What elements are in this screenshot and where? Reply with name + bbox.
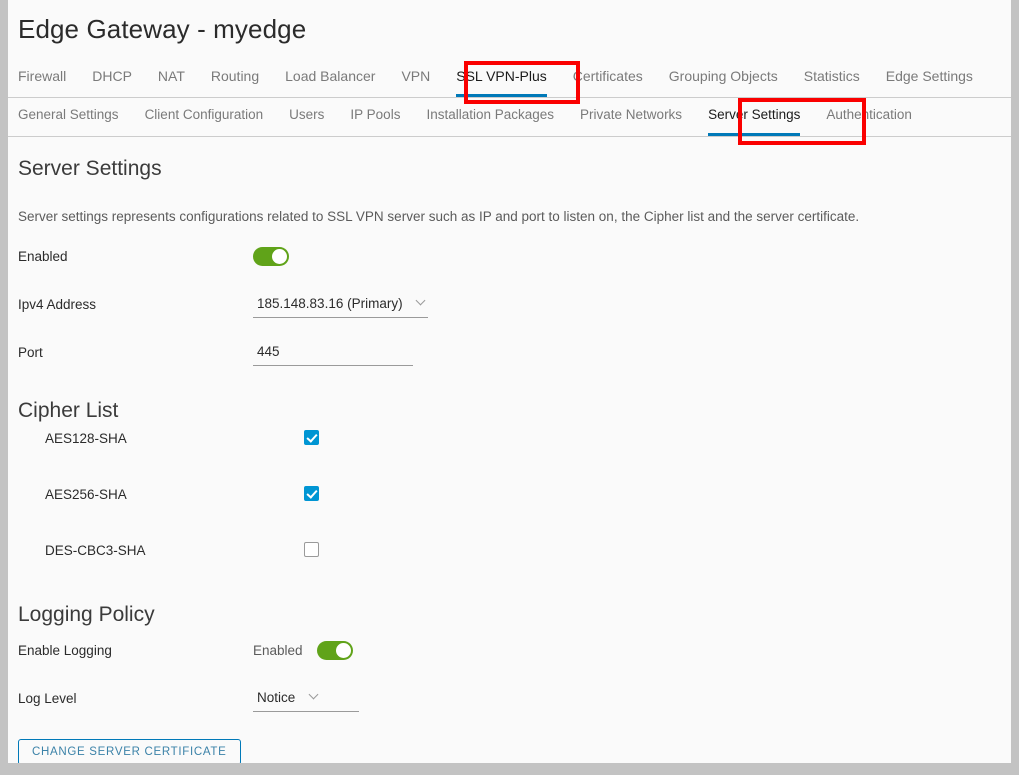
secondary-tab-general-settings[interactable]: General Settings [18, 101, 119, 136]
secondary-tab-private-networks[interactable]: Private Networks [580, 101, 682, 136]
cipher-label: AES256-SHA [45, 487, 127, 502]
secondary-tab-ip-pools[interactable]: IP Pools [350, 101, 400, 136]
secondary-tab-authentication[interactable]: Authentication [826, 101, 912, 136]
primary-tab-load-balancer[interactable]: Load Balancer [285, 62, 375, 97]
cipher-row: DES-CBC3-SHA [8, 542, 1011, 570]
secondary-tab-installation-packages[interactable]: Installation Packages [426, 101, 554, 136]
cipher-checkbox-wrapper [304, 430, 319, 450]
primary-tab-routing[interactable]: Routing [211, 62, 259, 97]
toggle-knob [272, 249, 287, 264]
control-enabled [253, 247, 289, 266]
secondary-tab-client-configuration[interactable]: Client Configuration [145, 101, 264, 136]
label-ipv4-address: Ipv4 Address [18, 297, 97, 312]
primary-tab-vpn[interactable]: VPN [401, 62, 430, 97]
cipher-checkbox[interactable] [304, 430, 319, 445]
log-level-select[interactable]: Notice [253, 689, 359, 712]
row-ipv4-address: Ipv4 Address 185.148.83.16 (Primary) [8, 295, 1011, 329]
log-level-value: Notice [257, 690, 296, 705]
cipher-checkbox-wrapper [304, 542, 319, 562]
port-input[interactable]: 445 [253, 343, 413, 366]
ipv4-address-select[interactable]: 185.148.83.16 (Primary) [253, 295, 429, 318]
primary-tab-bar: Firewall DHCP NAT Routing Load Balancer VPN SS… [8, 62, 1011, 98]
primary-tab-ssl-vpn-plus[interactable]: SSL VPN-Plus [456, 62, 547, 97]
primary-tab-statistics[interactable]: Statistics [804, 62, 860, 97]
primary-tab-nat[interactable]: NAT [158, 62, 185, 97]
control-port: 445 [253, 343, 413, 366]
cipher-row: AES256-SHA [8, 486, 1011, 514]
edge-gateway-window: Edge Gateway - myedge Firewall DHCP NAT Rou… [8, 0, 1011, 763]
section-heading-logging-policy: Logging Policy [18, 603, 155, 626]
enabled-toggle[interactable] [253, 247, 289, 266]
row-enable-logging: Enable Logging Enabled [8, 641, 1011, 675]
cipher-checkbox[interactable] [304, 486, 319, 501]
secondary-tab-bar: General Settings Client Configuration User… [8, 101, 1011, 137]
control-log-level: Notice [253, 689, 359, 712]
primary-tab-edge-settings[interactable]: Edge Settings [886, 62, 973, 97]
cipher-label: DES-CBC3-SHA [45, 543, 146, 558]
label-enable-logging: Enable Logging [18, 643, 112, 658]
label-port: Port [18, 345, 43, 360]
server-settings-panel: Server Settings Server settings represen… [8, 137, 1011, 763]
row-port: Port 445 [8, 343, 1011, 377]
label-log-level: Log Level [18, 691, 77, 706]
chevron-down-icon [310, 691, 319, 700]
chevron-down-icon [417, 297, 426, 306]
cipher-checkbox[interactable] [304, 542, 319, 557]
cipher-row: AES128-SHA [8, 430, 1011, 458]
primary-tab-firewall[interactable]: Firewall [18, 62, 66, 97]
primary-tab-grouping-objects[interactable]: Grouping Objects [669, 62, 778, 97]
enable-logging-state-text: Enabled [253, 643, 303, 658]
secondary-tab-users[interactable]: Users [289, 101, 324, 136]
control-ipv4-address: 185.148.83.16 (Primary) [253, 295, 429, 318]
primary-tab-certificates[interactable]: Certificates [573, 62, 643, 97]
cipher-checkbox-wrapper [304, 486, 319, 506]
page-title: Edge Gateway - myedge [18, 14, 307, 44]
control-enable-logging: Enabled [253, 641, 353, 660]
toggle-knob [336, 643, 351, 658]
cipher-label: AES128-SHA [45, 431, 127, 446]
enable-logging-toggle[interactable] [317, 641, 353, 660]
ipv4-address-value: 185.148.83.16 (Primary) [257, 296, 403, 311]
label-enabled: Enabled [18, 249, 68, 264]
server-settings-description: Server settings represents configuration… [18, 209, 860, 224]
change-server-certificate-button[interactable]: CHANGE SERVER CERTIFICATE [18, 739, 241, 763]
port-value: 445 [257, 344, 280, 359]
section-heading-server-settings: Server Settings [18, 157, 162, 180]
section-heading-cipher-list: Cipher List [18, 399, 119, 422]
row-enabled: Enabled [8, 247, 1011, 281]
primary-tab-dhcp[interactable]: DHCP [92, 62, 132, 97]
secondary-tab-server-settings[interactable]: Server Settings [708, 101, 801, 136]
row-log-level: Log Level Notice [8, 689, 1011, 723]
